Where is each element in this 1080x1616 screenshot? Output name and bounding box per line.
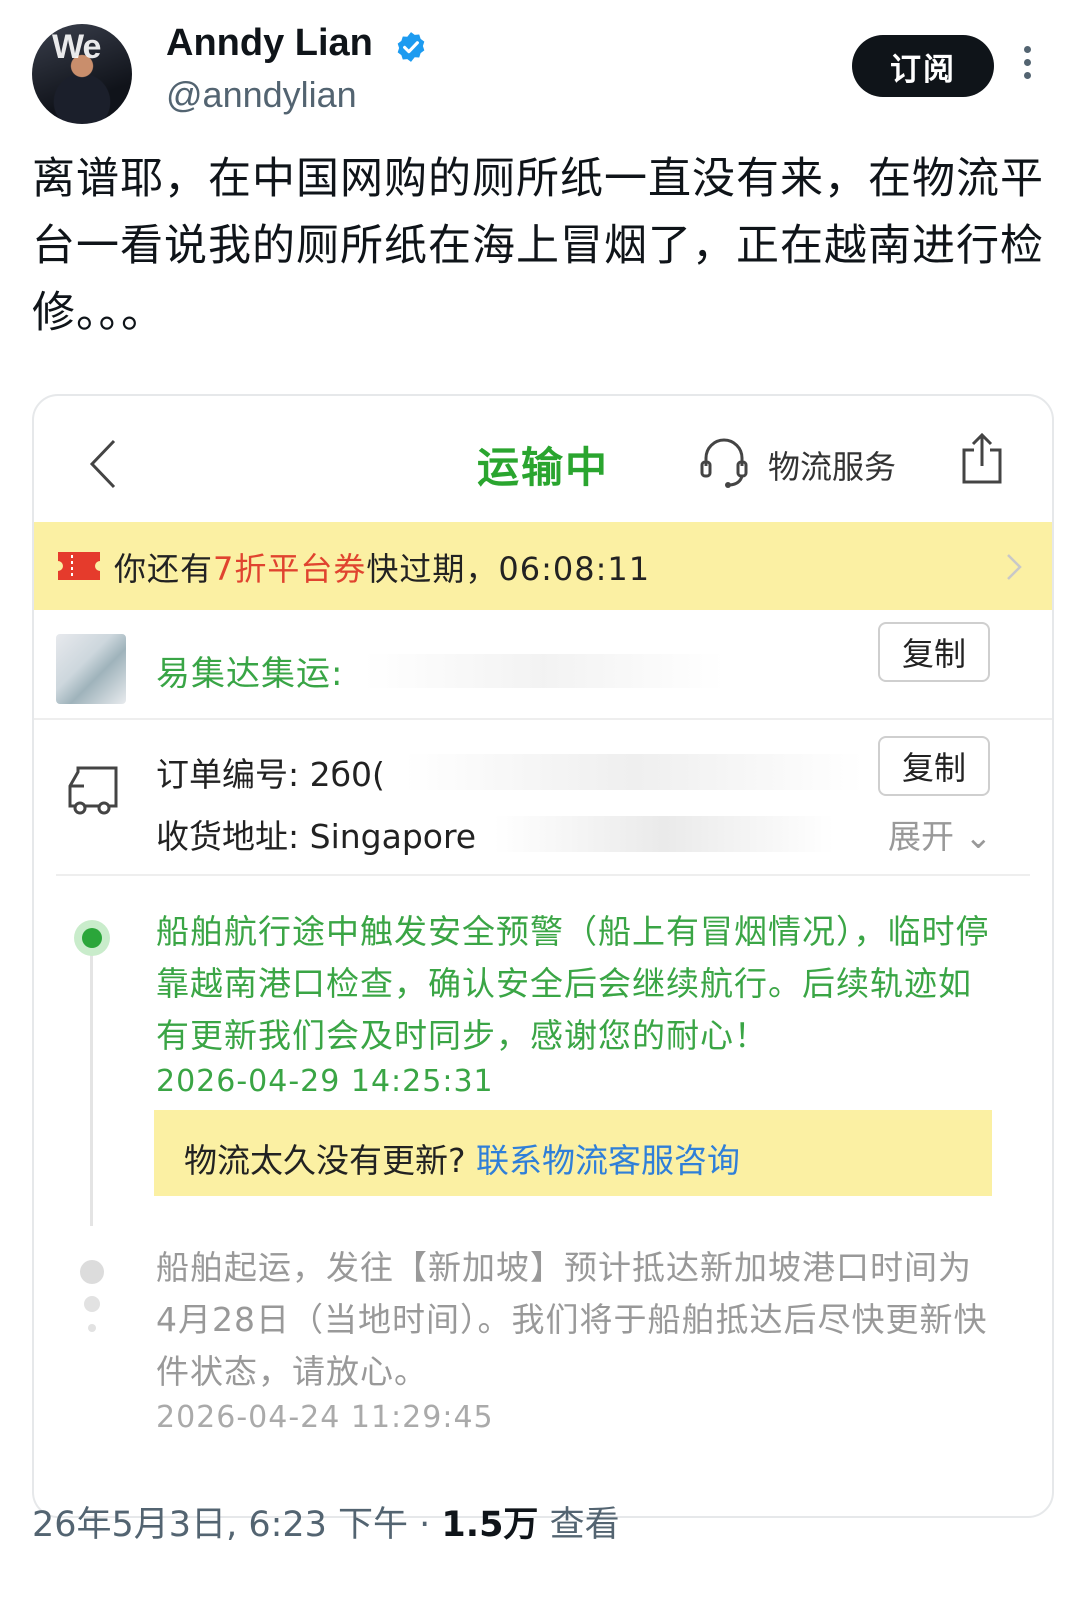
redacted-order-number	[404, 754, 864, 790]
expand-address-button[interactable]: 展开 ⌄	[888, 810, 992, 858]
redacted-tracking-number	[364, 654, 724, 688]
logistics-service-label[interactable]: 物流服务	[768, 442, 896, 488]
expand-label: 展开	[888, 817, 954, 856]
contact-support-link[interactable]: 联系物流客服咨询	[476, 1141, 740, 1180]
divider	[34, 718, 1052, 720]
subscribe-button[interactable]: 订阅	[852, 35, 994, 97]
page-title-text: 运输中	[476, 443, 609, 492]
redacted-address	[494, 816, 834, 852]
timeline-dot-past	[80, 1260, 104, 1284]
coupon-ticket-icon	[58, 552, 100, 580]
help-message: 物流太久没有更新? 联系物流客服咨询	[184, 1134, 740, 1182]
timeline-dot-current	[74, 920, 110, 956]
headset-icon[interactable]	[698, 434, 750, 490]
address-value: Singapore	[309, 817, 477, 856]
timeline-dot-small	[84, 1296, 100, 1312]
coupon-suffix: 快过期，	[366, 550, 499, 588]
view-count-label: 查看	[538, 1505, 620, 1545]
author-display-name[interactable]: Anndy Lian	[166, 22, 373, 65]
address-row: 收货地址: Singapore	[156, 810, 476, 858]
timeline-event-latest-time: 2026-04-29 14:25:31	[156, 1064, 494, 1099]
address-label: 收货地址:	[156, 817, 300, 856]
page-title: 运输中	[34, 434, 1052, 495]
view-count: 1.5万	[441, 1505, 539, 1545]
timeline-event-earlier-time: 2026-04-24 11:29:45	[156, 1400, 494, 1435]
timeline-event-earlier: 船舶起运，发往【新加坡】预计抵达新加坡港口时间为 4月28日（当地时间）。我们将…	[156, 1248, 988, 1391]
timeline-dot-small	[88, 1324, 96, 1332]
tweet-timestamp[interactable]: 26年5月3日, 6:23 下午 ·	[32, 1505, 441, 1545]
help-banner: 物流太久没有更新? 联系物流客服咨询	[154, 1110, 992, 1196]
more-options-icon[interactable]	[1020, 46, 1034, 86]
courier-label: 易集达集运:	[156, 654, 344, 694]
copy-tracking-button[interactable]: 复制	[878, 622, 990, 682]
timeline-event-latest: 船舶航行途中触发安全预警（船上有冒烟情况），临时停靠越南港口检查，确认安全后会继…	[156, 912, 990, 1055]
tweet-text: 离谱耶，在中国网购的厕所纸一直没有来，在物流平台一看说我的厕所纸在海上冒烟了，正…	[32, 154, 1044, 338]
coupon-message: 你还有7折平台券快过期，06:08:11	[114, 544, 650, 590]
verified-badge-icon	[397, 32, 425, 62]
coupon-prefix: 你还有	[114, 550, 214, 588]
order-number-value: 2б0(	[309, 755, 385, 794]
avatar[interactable]: We	[32, 24, 132, 124]
author-handle[interactable]: @anndylian	[166, 74, 357, 116]
courier-logo	[56, 634, 126, 704]
timeline-track	[90, 936, 93, 1226]
truck-icon	[68, 766, 118, 815]
order-number-label: 订单编号:	[156, 755, 300, 794]
chevron-right-icon	[1007, 554, 1022, 580]
coupon-countdown: 06:08:11	[498, 550, 651, 588]
coupon-highlight: 7折平台券	[213, 550, 367, 588]
coupon-banner[interactable]: 你还有7折平台券快过期，06:08:11	[34, 522, 1052, 610]
copy-order-button[interactable]: 复制	[878, 736, 990, 796]
divider	[56, 874, 1030, 876]
tweet-meta: 26年5月3日, 6:23 下午 · 1.5万 查看	[32, 1496, 620, 1547]
avatar-image-text: We	[52, 28, 101, 66]
chevron-down-icon: ⌄	[964, 817, 993, 856]
help-question: 物流太久没有更新?	[184, 1141, 466, 1180]
share-icon[interactable]	[960, 432, 1004, 486]
order-number-row: 订单编号: 2б0(	[156, 748, 385, 796]
attached-image[interactable]: 运输中 物流服务 你还有7折平台券快过期，06:08:11 易集达集运: 复制 …	[32, 394, 1054, 1518]
